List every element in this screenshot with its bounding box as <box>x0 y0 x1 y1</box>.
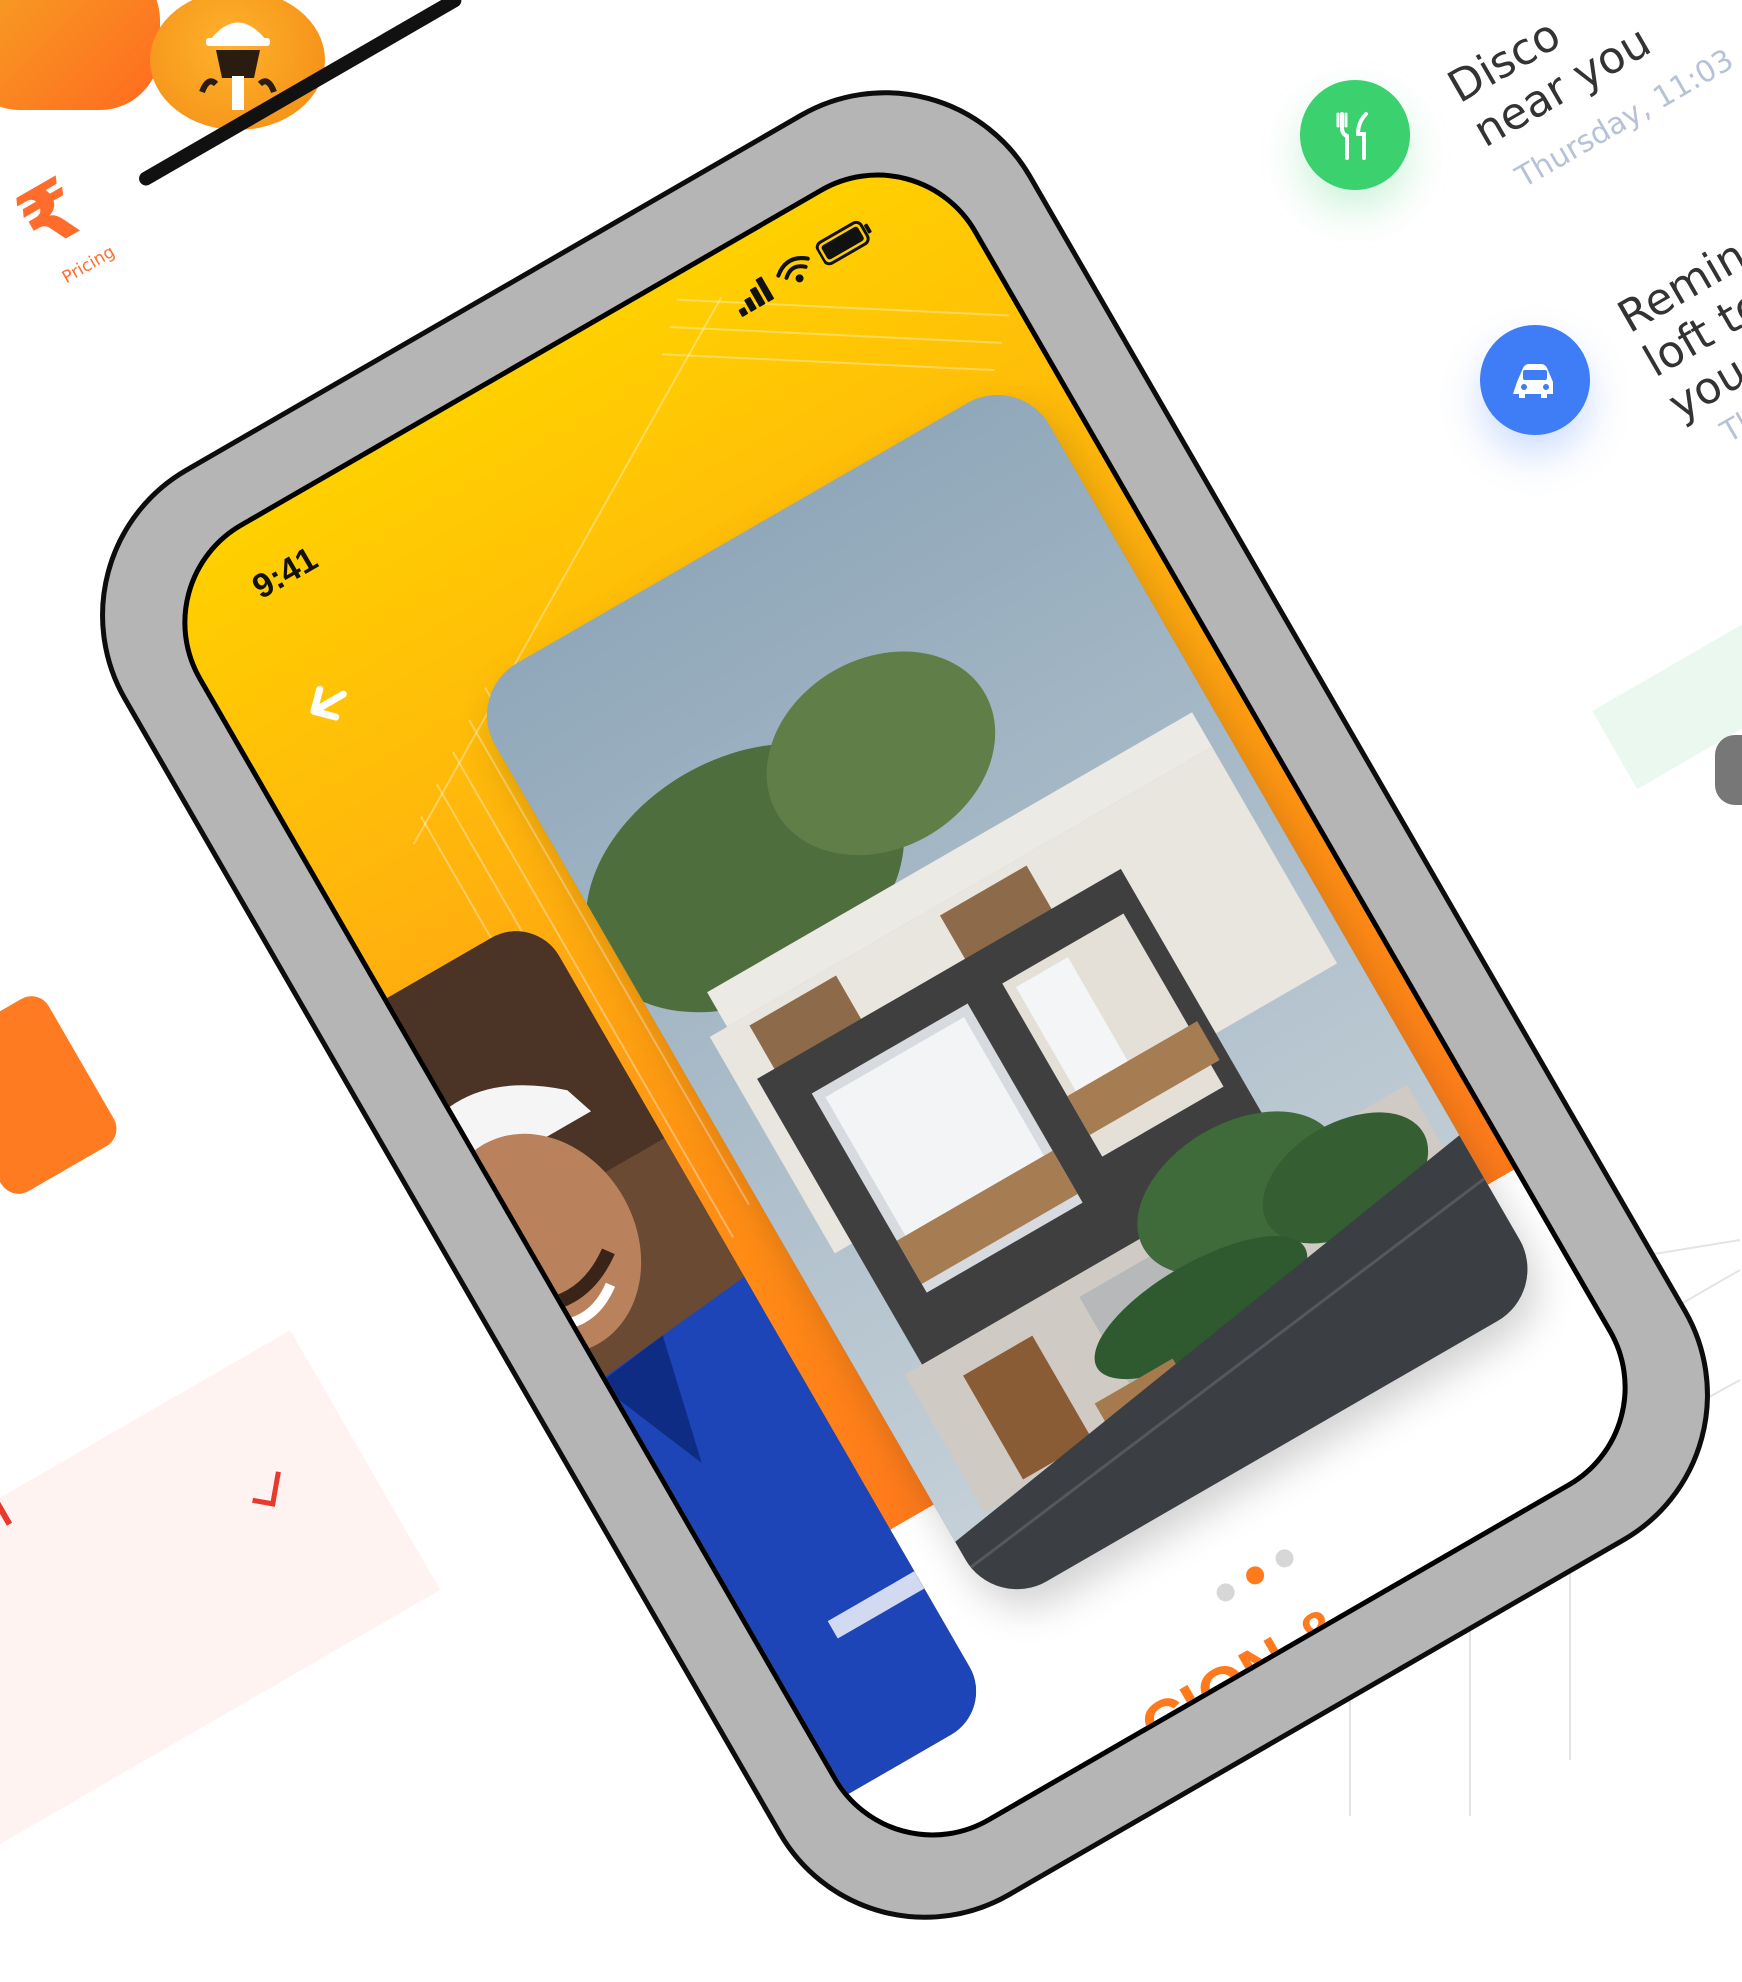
category-badge-worker[interactable] <box>150 0 325 130</box>
notification-text: Remind loft to you <box>1609 215 1742 431</box>
orange-card-partial <box>0 0 160 110</box>
restaurant-icon[interactable] <box>1300 80 1410 190</box>
list-item-background <box>0 1330 441 1850</box>
dark-element-partial <box>1715 735 1742 805</box>
rupee-icon[interactable]: ₹ <box>2 160 99 271</box>
orange-strip <box>0 988 124 1202</box>
car-icon[interactable] <box>1480 325 1590 435</box>
